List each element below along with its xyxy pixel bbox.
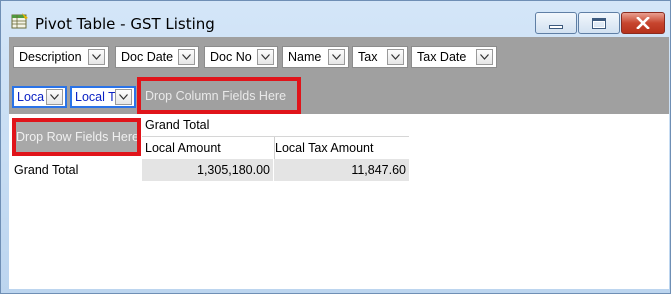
chevron-down-icon[interactable] [88,49,105,65]
filter-field-label: Tax [358,50,378,64]
chevron-down-icon[interactable] [115,89,132,105]
cell-value: 1,305,180.00 [197,163,270,177]
column-grand-total-header: Grand Total [145,118,210,132]
pivot-window: Pivot Table - GST Listing Description Do… [0,0,671,294]
data-field-label: Loca [17,90,45,104]
data-area: Loca Local T Drop Column Fields Here [9,77,669,114]
data-field-label: Local T [75,90,116,104]
maximize-button[interactable] [578,12,620,34]
column-header-local-tax-amount[interactable]: Local Tax Amount [275,137,409,159]
drop-row-label: Drop Row Fields Here [16,130,139,144]
value-cell-local-amount[interactable]: 1,305,180.00 [142,159,274,181]
chevron-down-icon[interactable] [387,49,404,65]
drop-row-fields-zone[interactable]: Drop Row Fields Here [12,118,141,156]
value-cell-local-tax-amount[interactable]: 11,847.60 [274,159,409,181]
maximize-icon [592,17,606,29]
row-grand-total-header: Grand Total [14,163,79,177]
filter-field-doc-no[interactable]: Doc No [204,46,278,68]
pivot-client-area: Description Doc Date Doc No Name Tax Tax… [9,37,669,289]
title-bar[interactable]: Pivot Table - GST Listing [1,1,670,37]
chevron-down-icon[interactable] [46,89,63,105]
filter-field-doc-date[interactable]: Doc Date [115,46,199,68]
column-header-label: Local Tax Amount [275,141,374,155]
filter-field-label: Doc No [210,50,252,64]
data-field-local-tax-amount[interactable]: Local T [70,86,136,108]
filter-field-label: Tax Date [417,50,467,64]
spreadsheet-icon [11,13,29,29]
drop-column-fields-zone[interactable]: Drop Column Fields Here [137,77,301,114]
minimize-icon [549,25,563,29]
window-title: Pivot Table - GST Listing [35,15,215,33]
chevron-down-icon[interactable] [178,49,195,65]
chevron-down-icon[interactable] [476,49,493,65]
filter-field-label: Doc Date [121,50,174,64]
filter-field-label: Name [288,50,322,64]
cell-value: 11,847.60 [351,163,406,177]
drop-column-label: Drop Column Fields Here [145,88,287,103]
filter-field-name[interactable]: Name [282,46,349,68]
filter-area: Description Doc Date Doc No Name Tax Tax… [9,37,669,77]
minimize-button[interactable] [535,12,577,34]
filter-field-tax-date[interactable]: Tax Date [411,46,497,68]
close-icon [636,17,650,29]
close-button[interactable] [621,12,665,34]
filter-field-tax[interactable]: Tax [352,46,408,68]
column-header-local-amount[interactable]: Local Amount [145,137,275,159]
filter-field-description[interactable]: Description [13,46,109,68]
data-field-local-amount[interactable]: Loca [12,86,67,108]
filter-field-label: Description [19,50,82,64]
chevron-down-icon[interactable] [257,49,274,65]
chevron-down-icon[interactable] [328,49,345,65]
row-area: Drop Row Fields Here [9,114,141,157]
column-header-label: Local Amount [145,141,221,155]
